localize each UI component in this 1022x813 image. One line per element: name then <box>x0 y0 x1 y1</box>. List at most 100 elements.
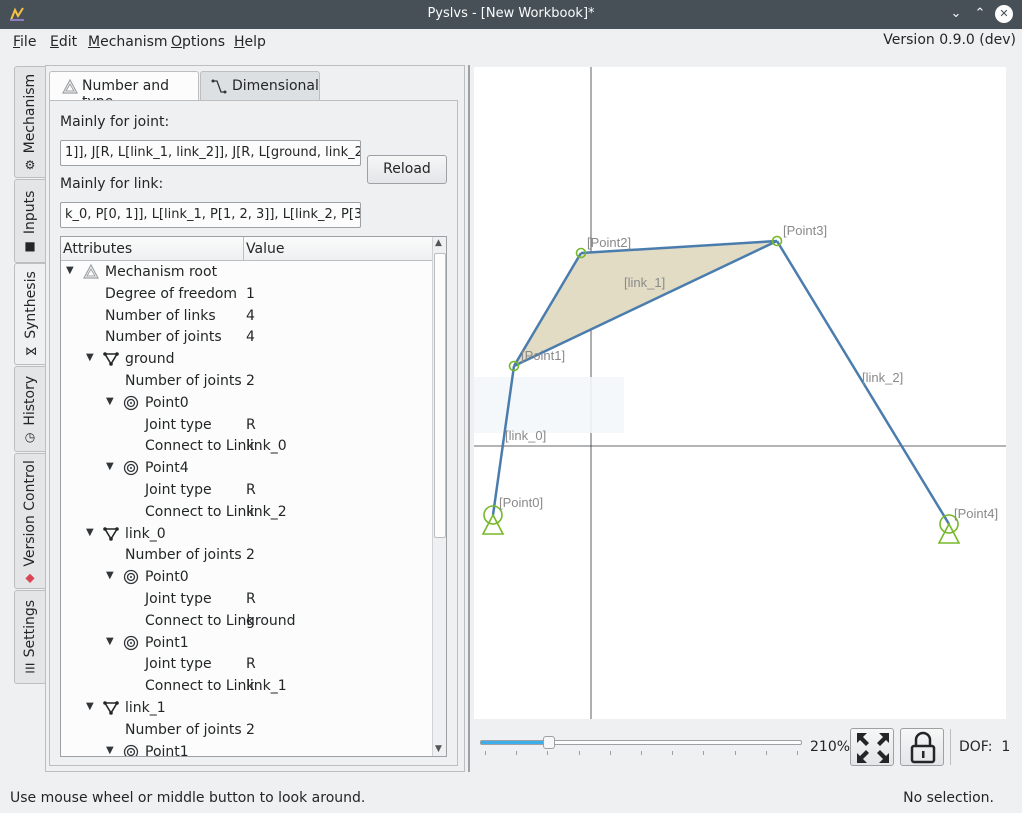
tree-row[interactable]: ▼ link_0 <box>61 524 433 546</box>
selection-status: No selection. <box>903 790 994 806</box>
tree-row[interactable]: Number of joints 2 <box>61 545 433 567</box>
menu-mechanism[interactable]: Mechanism <box>88 34 168 50</box>
expand-arrow-icon[interactable]: ▼ <box>86 701 94 712</box>
link2-label: [link_2] <box>862 370 903 385</box>
point1-label: [Point1] <box>521 348 565 363</box>
tree-row[interactable]: ▼ ground <box>61 349 433 371</box>
tree-row[interactable]: ▼ Point1 <box>61 742 433 756</box>
tree-row[interactable]: Connect to Link link_2 <box>61 502 433 524</box>
tab-version-control-label: Version Control <box>22 460 38 567</box>
menu-edit[interactable]: Edit <box>50 34 77 50</box>
zoom-slider[interactable] <box>480 736 802 749</box>
tab-settings-label: Settings <box>22 599 38 658</box>
link-icon <box>103 526 119 541</box>
tree-row[interactable]: ▼ Mechanism root <box>61 262 433 284</box>
tree-row[interactable]: Joint type R <box>61 480 433 502</box>
tree-row[interactable]: Degree of freedom 1 <box>61 284 433 306</box>
link-expression-field[interactable]: k_0, P[0, 1]], L[link_1, P[1, 2, 3]], L[… <box>60 202 361 228</box>
minimize-icon[interactable]: ⌄ <box>947 5 965 23</box>
joint-expression-field[interactable]: 1]], J[R, L[link_1, link_2]], J[R, L[gro… <box>60 140 361 166</box>
tree-row[interactable]: Joint type R <box>61 589 433 611</box>
tab-dimensional-label: Dimensional <box>232 78 319 94</box>
mechanism-canvas[interactable]: [Point0] [Point1] [Point2] [Point3] [Poi… <box>474 67 1006 719</box>
tree-row[interactable]: Number of links 4 <box>61 306 433 328</box>
mechanism-tree[interactable]: Attributes Value ▼ Mechanism root Degree o… <box>60 236 447 757</box>
tree-header: Attributes Value <box>61 237 433 261</box>
tree-row-value: 4 <box>246 307 255 324</box>
expand-arrow-icon[interactable]: ▼ <box>106 745 114 756</box>
zoom-slider-handle[interactable] <box>543 736 555 749</box>
expand-arrow-icon[interactable]: ▼ <box>86 527 94 538</box>
menu-options[interactable]: Options <box>171 34 225 50</box>
tree-scrollbar[interactable]: ▲ ▼ <box>432 237 446 756</box>
tab-settings[interactable]: ☰ Settings <box>14 590 45 684</box>
scroll-up-icon[interactable]: ▲ <box>435 238 442 248</box>
tab-version-control[interactable]: ◆ Version Control <box>14 453 45 589</box>
faint-highlight <box>474 377 624 433</box>
tree-row-key: Degree of freedom <box>105 285 238 302</box>
maximize-icon[interactable]: ⌃ <box>971 5 989 23</box>
expand-arrow-icon[interactable]: ▼ <box>106 570 114 581</box>
tree-row-value: link_0 <box>246 438 287 455</box>
tree-row[interactable]: ▼ Point0 <box>61 567 433 589</box>
zoom-tick <box>734 751 736 755</box>
fit-view-button[interactable] <box>850 728 894 766</box>
tree-row[interactable]: Connect to Link ground <box>61 611 433 633</box>
zoom-tick <box>547 751 549 755</box>
tab-synthesis[interactable]: ⋈ Synthesis <box>14 263 46 365</box>
tree-row[interactable]: Joint type R <box>61 654 433 676</box>
close-icon[interactable]: ✕ <box>995 5 1013 23</box>
linkage-icon: ⋈ <box>24 343 37 358</box>
expand-arrow-icon[interactable]: ▼ <box>106 461 114 472</box>
tab-history-label: History <box>22 375 38 426</box>
tree-row[interactable]: Number of joints 4 <box>61 327 433 349</box>
tree-row[interactable]: ▼ link_1 <box>61 698 433 720</box>
tree-row-value: link_2 <box>246 503 287 520</box>
tree-row[interactable]: ▼ Point1 <box>61 633 433 655</box>
panel-splitter[interactable] <box>468 65 470 772</box>
column-attributes[interactable]: Attributes <box>63 241 132 257</box>
tree-row-key: Number of joints <box>125 721 242 738</box>
tree-row[interactable]: ▼ Point0 <box>61 393 433 415</box>
tree-row[interactable]: Joint type R <box>61 415 433 437</box>
expand-arrow-icon[interactable]: ▼ <box>106 396 114 407</box>
tree-row[interactable]: Connect to Link link_0 <box>61 436 433 458</box>
zoom-label: 210% <box>810 739 851 755</box>
reload-button[interactable]: Reload <box>367 155 447 184</box>
expand-arrow-icon[interactable]: ▼ <box>86 352 94 363</box>
tab-history[interactable]: ◷ History <box>14 366 45 452</box>
sliders-icon: ☰ <box>24 661 36 676</box>
joint-icon <box>123 395 139 410</box>
git-icon: ◆ <box>25 570 35 585</box>
lock-icon <box>910 731 936 764</box>
tree-row[interactable]: Number of joints 2 <box>61 720 433 742</box>
link-icon <box>103 352 119 366</box>
tab-dimensional[interactable]: Dimensional <box>200 71 320 101</box>
joint-icon <box>123 635 139 650</box>
expand-arrow-icon[interactable]: ▼ <box>66 265 74 276</box>
menu-help[interactable]: Help <box>234 34 266 50</box>
tree-row[interactable]: Number of joints 2 <box>61 371 433 393</box>
scroll-down-icon[interactable]: ▼ <box>435 744 442 754</box>
lock-button[interactable] <box>900 728 944 766</box>
link-icon <box>103 701 119 715</box>
tree-row-value: R <box>246 416 256 433</box>
tab-inputs[interactable]: ■ Inputs <box>14 179 45 263</box>
column-value[interactable]: Value <box>246 241 284 257</box>
tree-row-key: Joint type <box>145 591 212 607</box>
tree-row[interactable]: Connect to Link link_1 <box>61 676 433 698</box>
scrollbar-thumb[interactable] <box>434 253 446 538</box>
joint-icon <box>123 461 139 476</box>
tree-row-key: Mechanism root <box>105 264 218 280</box>
joint-icon <box>123 570 139 585</box>
tree-row-key: Joint type <box>145 416 212 433</box>
zoom-slider-fill <box>481 741 549 744</box>
tree-row[interactable]: ▼ Point4 <box>61 458 433 480</box>
expand-arrow-icon[interactable]: ▼ <box>106 636 114 647</box>
tab-mechanism[interactable]: ⚙ Mechanism <box>14 66 45 178</box>
menu-file[interactable]: File <box>13 34 36 50</box>
tree-row-key: link_1 <box>125 700 166 716</box>
tab-number-and-type[interactable]: Number and type <box>49 71 199 110</box>
toolbar-separator <box>950 729 951 765</box>
tree-row-value: ground <box>246 612 296 629</box>
